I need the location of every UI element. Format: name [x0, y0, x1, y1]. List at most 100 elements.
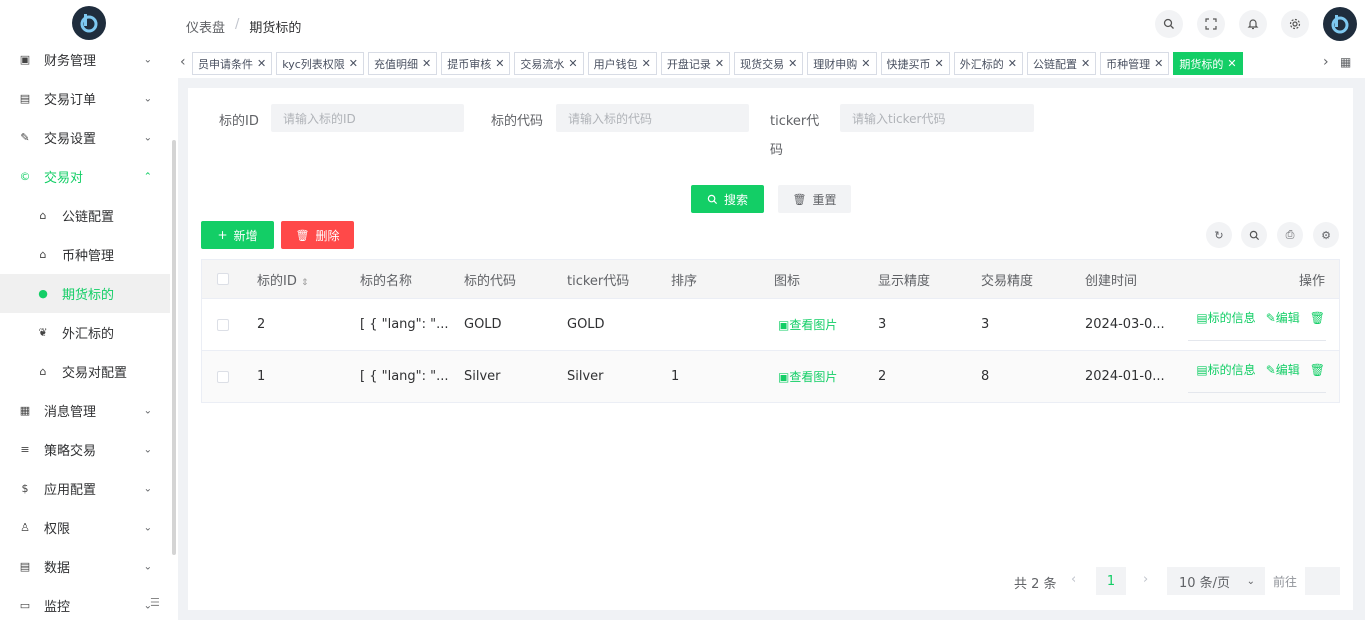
page-size-select[interactable]: 10 条/页 ⌄ [1167, 567, 1265, 595]
close-icon[interactable]: ✕ [1154, 57, 1163, 70]
sidebar-item-3[interactable]: © 交易对 ⌃ [0, 157, 170, 196]
search-button[interactable]: 搜索 [691, 185, 764, 213]
tab-label: 期货标的 [1179, 57, 1224, 71]
tab-4[interactable]: 交易流水 ✕ [514, 52, 584, 75]
cell-name: [ { "lang": "... [360, 369, 449, 384]
tab-label: 现货交易 [740, 57, 785, 71]
sidebar-subitem-3[interactable]: ❦ 外汇标的 [0, 313, 170, 352]
search-toggle-icon[interactable] [1241, 222, 1267, 248]
tab-2[interactable]: 充值明细 ✕ [367, 52, 438, 75]
tab-label: 快捷买币 [886, 57, 931, 71]
trash-icon: 🗑 [792, 192, 807, 206]
add-button[interactable]: + 新增 [201, 221, 274, 249]
table-header: 标的ID ⇕ 标的名称 标的代码 ticker代码 排序 图标 显示精度 交易精… [202, 260, 1339, 298]
ticker-input[interactable]: 请输入ticker代码 [840, 104, 1034, 132]
fullscreen-icon[interactable] [1197, 10, 1225, 38]
prev-page-icon[interactable]: ‹ [1071, 572, 1076, 587]
tags-scroll-right-icon[interactable]: › [1323, 54, 1329, 70]
tab-11[interactable]: 公链配置 ✕ [1026, 52, 1097, 75]
chevron-up-icon: ⌃ [143, 171, 152, 182]
bell-icon[interactable] [1239, 10, 1267, 38]
view-image-link[interactable]: ▣查看图片 [778, 368, 837, 385]
sidebar-item-after-4[interactable]: ▤ 数据 ⌄ [0, 547, 170, 586]
select-all-checkbox[interactable] [217, 273, 229, 285]
close-icon[interactable]: ✕ [935, 57, 944, 70]
edit-link[interactable]: ✎编辑 [1266, 361, 1300, 378]
sidebar-subitem-1[interactable]: ⌂ 币种管理 [0, 235, 170, 274]
cell-display-precision: 2 [878, 369, 887, 384]
tab-6[interactable]: 开盘记录 ✕ [660, 52, 731, 75]
tab-label: 员申请条件 [198, 57, 253, 71]
tab-9[interactable]: 快捷买币 ✕ [880, 52, 950, 75]
header-ops: 操作 [1298, 273, 1325, 289]
avatar[interactable] [1323, 7, 1357, 41]
row-checkbox[interactable] [217, 318, 229, 331]
row-divider [1188, 340, 1326, 341]
sidebar-subitem-2[interactable]: ● 期货标的 [0, 274, 170, 313]
tab-1[interactable]: kyc列表权限 ✕ [276, 52, 364, 75]
sidebar-item-after-1[interactable]: ≡ 策略交易 ⌄ [0, 430, 170, 469]
sidebar-scrollbar[interactable] [172, 140, 176, 555]
home-icon: ⌂ [39, 209, 47, 222]
row-checkbox[interactable] [217, 370, 229, 383]
settings-icon[interactable] [1281, 10, 1309, 38]
close-icon[interactable]: ✕ [788, 57, 797, 70]
next-page-icon[interactable]: › [1143, 572, 1148, 587]
close-icon[interactable]: ✕ [349, 57, 358, 70]
header-trade-precision: 交易精度 [981, 273, 1034, 289]
id-input[interactable]: 请输入标的ID [271, 104, 464, 132]
delete-row-icon[interactable]: 🗑 [1310, 363, 1325, 377]
page-number-current[interactable]: 1 [1096, 567, 1126, 595]
sidebar-item-label: 监控 [44, 600, 71, 615]
tab-8[interactable]: 理财申购 ✕ [807, 52, 877, 75]
close-icon[interactable]: ✕ [642, 57, 651, 70]
finance-icon: ▣ [19, 53, 31, 66]
tab-13[interactable]: 期货标的 ✕ [1173, 52, 1243, 75]
sidebar-item-1[interactable]: ▤ 交易订单 ⌄ [0, 79, 170, 118]
close-icon[interactable]: ✕ [495, 57, 504, 70]
close-icon[interactable]: ✕ [257, 57, 266, 70]
delete-button[interactable]: 🗑 删除 [281, 221, 354, 249]
close-icon[interactable]: ✕ [861, 57, 870, 70]
close-icon[interactable]: ✕ [715, 57, 724, 70]
tab-10[interactable]: 外汇标的 ✕ [953, 52, 1023, 75]
goto-page-input[interactable] [1305, 567, 1340, 595]
close-icon[interactable]: ✕ [1008, 57, 1017, 70]
header-display-precision: 显示精度 [878, 273, 931, 289]
print-icon[interactable]: ⎙ [1277, 222, 1303, 248]
tab-7[interactable]: 现货交易 ✕ [734, 52, 804, 75]
header-name: 标的名称 [360, 273, 413, 289]
tab-3[interactable]: 提币审核 ✕ [441, 52, 511, 75]
collapse-icon[interactable]: ☰ [150, 596, 160, 609]
delete-row-icon[interactable]: 🗑 [1310, 311, 1325, 325]
sidebar-item-0[interactable]: ▣ 财务管理 ⌄ [0, 40, 170, 79]
close-icon[interactable]: ✕ [1227, 57, 1236, 70]
close-icon[interactable]: ✕ [422, 57, 431, 70]
code-input[interactable]: 请输入标的代码 [556, 104, 749, 132]
grid-menu-icon[interactable]: ▦ [1340, 55, 1351, 69]
close-icon[interactable]: ✕ [568, 57, 577, 70]
reset-button[interactable]: 🗑 重置 [778, 185, 851, 213]
tags-scroll-left-icon[interactable]: ‹ [180, 54, 186, 70]
edit-link[interactable]: ✎编辑 [1266, 309, 1300, 326]
sidebar-item-2[interactable]: ✎ 交易设置 ⌄ [0, 118, 170, 157]
sidebar-subitem-4[interactable]: ⌂ 交易对配置 [0, 352, 170, 391]
tab-12[interactable]: 币种管理 ✕ [1100, 52, 1170, 75]
view-image-link[interactable]: ▣查看图片 [778, 316, 837, 333]
columns-settings-icon[interactable]: ⚙ [1313, 222, 1339, 248]
sidebar-item-after-2[interactable]: $ 应用配置 ⌄ [0, 469, 170, 508]
sidebar-item-after-0[interactable]: ▦ 消息管理 ⌄ [0, 391, 170, 430]
close-icon[interactable]: ✕ [1081, 57, 1090, 70]
breadcrumb-home[interactable]: 仪表盘 [186, 17, 225, 36]
search-icon[interactable] [1155, 10, 1183, 38]
info-link[interactable]: ▤标的信息 [1196, 309, 1255, 326]
sidebar-item-after-3[interactable]: ♙ 权限 ⌄ [0, 508, 170, 547]
sidebar-subitem-0[interactable]: ⌂ 公链配置 [0, 196, 170, 235]
tab-label: 开盘记录 [666, 57, 711, 71]
tab-5[interactable]: 用户钱包 ✕ [587, 52, 657, 75]
refresh-icon[interactable]: ↻ [1206, 222, 1232, 248]
sidebar-item-after-5[interactable]: ▭ 监控 ⌄ [0, 586, 170, 620]
info-link[interactable]: ▤标的信息 [1196, 361, 1255, 378]
tab-0[interactable]: 员申请条件 ✕ [192, 52, 273, 75]
header-id[interactable]: 标的ID ⇕ [257, 270, 309, 289]
